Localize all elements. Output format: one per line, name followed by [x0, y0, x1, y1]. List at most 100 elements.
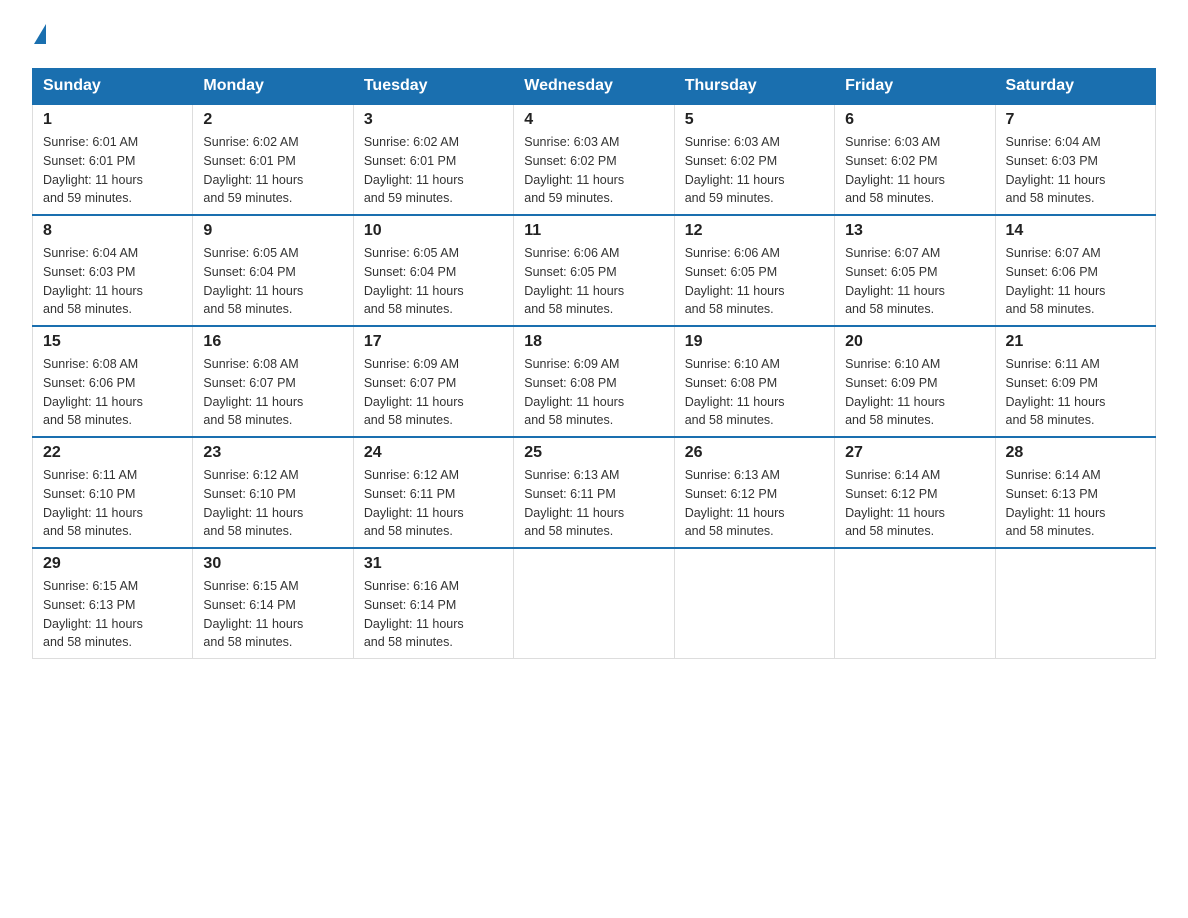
- day-number: 29: [43, 555, 182, 573]
- day-cell: 10 Sunrise: 6:05 AM Sunset: 6:04 PM Dayl…: [353, 215, 513, 326]
- day-info: Sunrise: 6:12 AM Sunset: 6:11 PM Dayligh…: [364, 466, 503, 541]
- day-info: Sunrise: 6:06 AM Sunset: 6:05 PM Dayligh…: [524, 244, 663, 319]
- day-cell: 5 Sunrise: 6:03 AM Sunset: 6:02 PM Dayli…: [674, 104, 834, 215]
- day-cell: 19 Sunrise: 6:10 AM Sunset: 6:08 PM Dayl…: [674, 326, 834, 437]
- day-number: 23: [203, 444, 342, 462]
- day-number: 30: [203, 555, 342, 573]
- day-number: 7: [1006, 111, 1145, 129]
- day-cell: 24 Sunrise: 6:12 AM Sunset: 6:11 PM Dayl…: [353, 437, 513, 548]
- day-cell: 14 Sunrise: 6:07 AM Sunset: 6:06 PM Dayl…: [995, 215, 1155, 326]
- day-number: 25: [524, 444, 663, 462]
- day-cell: 2 Sunrise: 6:02 AM Sunset: 6:01 PM Dayli…: [193, 104, 353, 215]
- day-info: Sunrise: 6:10 AM Sunset: 6:09 PM Dayligh…: [845, 355, 984, 430]
- day-cell: 29 Sunrise: 6:15 AM Sunset: 6:13 PM Dayl…: [33, 548, 193, 659]
- calendar-table: SundayMondayTuesdayWednesdayThursdayFrid…: [32, 68, 1156, 659]
- day-info: Sunrise: 6:09 AM Sunset: 6:07 PM Dayligh…: [364, 355, 503, 430]
- day-info: Sunrise: 6:03 AM Sunset: 6:02 PM Dayligh…: [685, 133, 824, 208]
- day-cell: 7 Sunrise: 6:04 AM Sunset: 6:03 PM Dayli…: [995, 104, 1155, 215]
- day-number: 21: [1006, 333, 1145, 351]
- day-number: 13: [845, 222, 984, 240]
- day-info: Sunrise: 6:16 AM Sunset: 6:14 PM Dayligh…: [364, 577, 503, 652]
- day-cell: [835, 548, 995, 659]
- day-info: Sunrise: 6:05 AM Sunset: 6:04 PM Dayligh…: [203, 244, 342, 319]
- col-header-monday: Monday: [193, 69, 353, 105]
- day-info: Sunrise: 6:08 AM Sunset: 6:07 PM Dayligh…: [203, 355, 342, 430]
- day-info: Sunrise: 6:14 AM Sunset: 6:12 PM Dayligh…: [845, 466, 984, 541]
- day-number: 22: [43, 444, 182, 462]
- day-info: Sunrise: 6:05 AM Sunset: 6:04 PM Dayligh…: [364, 244, 503, 319]
- day-number: 3: [364, 111, 503, 129]
- week-row-3: 15 Sunrise: 6:08 AM Sunset: 6:06 PM Dayl…: [33, 326, 1156, 437]
- day-number: 9: [203, 222, 342, 240]
- day-number: 5: [685, 111, 824, 129]
- day-cell: 15 Sunrise: 6:08 AM Sunset: 6:06 PM Dayl…: [33, 326, 193, 437]
- day-info: Sunrise: 6:11 AM Sunset: 6:09 PM Dayligh…: [1006, 355, 1145, 430]
- day-number: 16: [203, 333, 342, 351]
- day-number: 19: [685, 333, 824, 351]
- day-info: Sunrise: 6:09 AM Sunset: 6:08 PM Dayligh…: [524, 355, 663, 430]
- day-number: 28: [1006, 444, 1145, 462]
- day-number: 4: [524, 111, 663, 129]
- day-info: Sunrise: 6:13 AM Sunset: 6:12 PM Dayligh…: [685, 466, 824, 541]
- day-cell: 9 Sunrise: 6:05 AM Sunset: 6:04 PM Dayli…: [193, 215, 353, 326]
- day-cell: 11 Sunrise: 6:06 AM Sunset: 6:05 PM Dayl…: [514, 215, 674, 326]
- day-number: 20: [845, 333, 984, 351]
- day-number: 14: [1006, 222, 1145, 240]
- day-info: Sunrise: 6:10 AM Sunset: 6:08 PM Dayligh…: [685, 355, 824, 430]
- day-number: 11: [524, 222, 663, 240]
- day-number: 17: [364, 333, 503, 351]
- day-info: Sunrise: 6:15 AM Sunset: 6:13 PM Dayligh…: [43, 577, 182, 652]
- day-cell: [995, 548, 1155, 659]
- day-cell: 30 Sunrise: 6:15 AM Sunset: 6:14 PM Dayl…: [193, 548, 353, 659]
- day-info: Sunrise: 6:04 AM Sunset: 6:03 PM Dayligh…: [1006, 133, 1145, 208]
- day-info: Sunrise: 6:15 AM Sunset: 6:14 PM Dayligh…: [203, 577, 342, 652]
- day-cell: 31 Sunrise: 6:16 AM Sunset: 6:14 PM Dayl…: [353, 548, 513, 659]
- day-number: 6: [845, 111, 984, 129]
- header-row: SundayMondayTuesdayWednesdayThursdayFrid…: [33, 69, 1156, 105]
- logo: [32, 24, 48, 44]
- col-header-sunday: Sunday: [33, 69, 193, 105]
- day-info: Sunrise: 6:04 AM Sunset: 6:03 PM Dayligh…: [43, 244, 182, 319]
- day-number: 15: [43, 333, 182, 351]
- day-cell: 28 Sunrise: 6:14 AM Sunset: 6:13 PM Dayl…: [995, 437, 1155, 548]
- day-cell: 13 Sunrise: 6:07 AM Sunset: 6:05 PM Dayl…: [835, 215, 995, 326]
- day-number: 31: [364, 555, 503, 573]
- day-cell: 4 Sunrise: 6:03 AM Sunset: 6:02 PM Dayli…: [514, 104, 674, 215]
- day-info: Sunrise: 6:06 AM Sunset: 6:05 PM Dayligh…: [685, 244, 824, 319]
- day-cell: 18 Sunrise: 6:09 AM Sunset: 6:08 PM Dayl…: [514, 326, 674, 437]
- day-info: Sunrise: 6:13 AM Sunset: 6:11 PM Dayligh…: [524, 466, 663, 541]
- day-info: Sunrise: 6:07 AM Sunset: 6:05 PM Dayligh…: [845, 244, 984, 319]
- day-number: 18: [524, 333, 663, 351]
- day-number: 2: [203, 111, 342, 129]
- col-header-thursday: Thursday: [674, 69, 834, 105]
- day-cell: 12 Sunrise: 6:06 AM Sunset: 6:05 PM Dayl…: [674, 215, 834, 326]
- day-number: 12: [685, 222, 824, 240]
- day-info: Sunrise: 6:14 AM Sunset: 6:13 PM Dayligh…: [1006, 466, 1145, 541]
- day-cell: 8 Sunrise: 6:04 AM Sunset: 6:03 PM Dayli…: [33, 215, 193, 326]
- col-header-saturday: Saturday: [995, 69, 1155, 105]
- day-cell: 23 Sunrise: 6:12 AM Sunset: 6:10 PM Dayl…: [193, 437, 353, 548]
- day-info: Sunrise: 6:03 AM Sunset: 6:02 PM Dayligh…: [524, 133, 663, 208]
- day-info: Sunrise: 6:03 AM Sunset: 6:02 PM Dayligh…: [845, 133, 984, 208]
- col-header-tuesday: Tuesday: [353, 69, 513, 105]
- week-row-2: 8 Sunrise: 6:04 AM Sunset: 6:03 PM Dayli…: [33, 215, 1156, 326]
- week-row-5: 29 Sunrise: 6:15 AM Sunset: 6:13 PM Dayl…: [33, 548, 1156, 659]
- day-cell: 22 Sunrise: 6:11 AM Sunset: 6:10 PM Dayl…: [33, 437, 193, 548]
- page-header: [32, 24, 1156, 44]
- day-info: Sunrise: 6:08 AM Sunset: 6:06 PM Dayligh…: [43, 355, 182, 430]
- day-number: 10: [364, 222, 503, 240]
- day-cell: 1 Sunrise: 6:01 AM Sunset: 6:01 PM Dayli…: [33, 104, 193, 215]
- day-cell: 6 Sunrise: 6:03 AM Sunset: 6:02 PM Dayli…: [835, 104, 995, 215]
- day-info: Sunrise: 6:02 AM Sunset: 6:01 PM Dayligh…: [203, 133, 342, 208]
- day-cell: 16 Sunrise: 6:08 AM Sunset: 6:07 PM Dayl…: [193, 326, 353, 437]
- week-row-4: 22 Sunrise: 6:11 AM Sunset: 6:10 PM Dayl…: [33, 437, 1156, 548]
- day-cell: 27 Sunrise: 6:14 AM Sunset: 6:12 PM Dayl…: [835, 437, 995, 548]
- col-header-wednesday: Wednesday: [514, 69, 674, 105]
- day-cell: [514, 548, 674, 659]
- day-info: Sunrise: 6:01 AM Sunset: 6:01 PM Dayligh…: [43, 133, 182, 208]
- day-cell: 21 Sunrise: 6:11 AM Sunset: 6:09 PM Dayl…: [995, 326, 1155, 437]
- day-cell: 25 Sunrise: 6:13 AM Sunset: 6:11 PM Dayl…: [514, 437, 674, 548]
- week-row-1: 1 Sunrise: 6:01 AM Sunset: 6:01 PM Dayli…: [33, 104, 1156, 215]
- day-info: Sunrise: 6:12 AM Sunset: 6:10 PM Dayligh…: [203, 466, 342, 541]
- day-info: Sunrise: 6:02 AM Sunset: 6:01 PM Dayligh…: [364, 133, 503, 208]
